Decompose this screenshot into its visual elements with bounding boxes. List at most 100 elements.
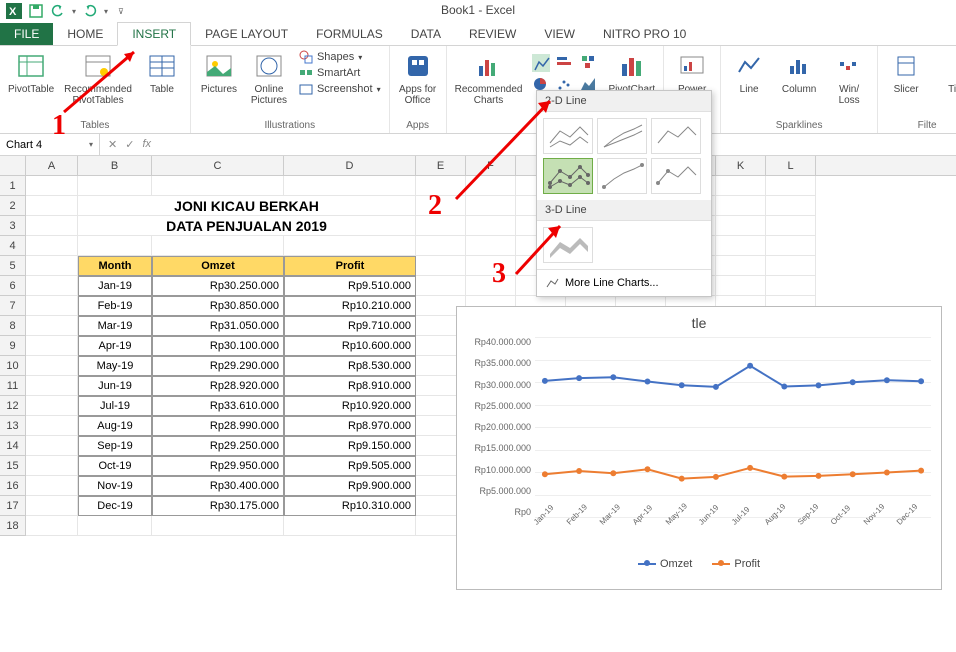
sparkline-winloss-button[interactable]: Win/ Loss <box>829 50 869 106</box>
cell[interactable] <box>716 196 766 216</box>
cell[interactable]: Rp9.900.000 <box>284 476 416 496</box>
row-header[interactable]: 8 <box>0 316 26 336</box>
cell[interactable] <box>284 236 416 256</box>
cell[interactable] <box>416 236 466 256</box>
cell[interactable] <box>26 276 78 296</box>
cell[interactable]: Rp9.710.000 <box>284 316 416 336</box>
tab-nitro[interactable]: NITRO PRO 10 <box>589 23 700 45</box>
pivottable-button[interactable]: PivotTable <box>8 50 54 95</box>
cell[interactable] <box>152 176 284 196</box>
cell[interactable] <box>416 276 466 296</box>
cancel-icon[interactable]: ✕ <box>108 138 117 151</box>
hierarchy-chart-icon[interactable] <box>580 54 598 72</box>
cell[interactable]: Aug-19 <box>78 416 152 436</box>
row-header[interactable]: 13 <box>0 416 26 436</box>
bar-chart-icon[interactable] <box>556 54 574 72</box>
cell[interactable]: Rp9.150.000 <box>284 436 416 456</box>
legend-item[interactable]: Profit <box>712 558 760 570</box>
cell[interactable]: Rp9.505.000 <box>284 456 416 476</box>
cell[interactable]: Rp9.510.000 <box>284 276 416 296</box>
cell[interactable] <box>416 256 466 276</box>
cell[interactable] <box>26 236 78 256</box>
embedded-chart[interactable]: tle Rp40.000.000Rp35.000.000Rp30.000.000… <box>456 306 942 590</box>
row-header[interactable]: 7 <box>0 296 26 316</box>
cell[interactable] <box>78 516 152 536</box>
row-header[interactable]: 4 <box>0 236 26 256</box>
cell[interactable]: Omzet <box>152 256 284 276</box>
cell[interactable]: Feb-19 <box>78 296 152 316</box>
cell[interactable]: Rp8.530.000 <box>284 356 416 376</box>
cell[interactable]: Rp29.290.000 <box>152 356 284 376</box>
row-header[interactable]: 2 <box>0 196 26 216</box>
cell[interactable] <box>716 216 766 236</box>
cell[interactable] <box>26 516 78 536</box>
row-header[interactable]: 16 <box>0 476 26 496</box>
fx-icon[interactable]: fx <box>142 138 151 151</box>
row-header[interactable]: 10 <box>0 356 26 376</box>
cell[interactable]: Rp8.970.000 <box>284 416 416 436</box>
cell[interactable] <box>716 176 766 196</box>
row-header[interactable]: 12 <box>0 396 26 416</box>
sparkline-line-button[interactable]: Line <box>729 50 769 95</box>
cell[interactable] <box>26 316 78 336</box>
cell[interactable]: Rp30.400.000 <box>152 476 284 496</box>
line-chart-option-3[interactable] <box>651 118 701 154</box>
cell[interactable] <box>26 376 78 396</box>
cell[interactable] <box>26 296 78 316</box>
cell[interactable] <box>716 256 766 276</box>
cell[interactable]: Sep-19 <box>78 436 152 456</box>
cell[interactable] <box>78 176 152 196</box>
cell[interactable] <box>26 456 78 476</box>
cell[interactable]: Rp30.100.000 <box>152 336 284 356</box>
col-header-A[interactable]: A <box>26 156 78 175</box>
undo-icon[interactable] <box>50 3 66 19</box>
cell[interactable] <box>26 176 78 196</box>
pictures-button[interactable]: Pictures <box>199 50 239 95</box>
row-header[interactable]: 3 <box>0 216 26 236</box>
cell[interactable] <box>766 236 816 256</box>
tab-file[interactable]: FILE <box>0 23 53 45</box>
cell[interactable] <box>26 396 78 416</box>
cell[interactable]: Rp28.920.000 <box>152 376 284 396</box>
cell[interactable]: May-19 <box>78 356 152 376</box>
cell[interactable] <box>716 276 766 296</box>
tab-home[interactable]: HOME <box>53 23 117 45</box>
cell[interactable]: Rp29.250.000 <box>152 436 284 456</box>
cell[interactable] <box>26 416 78 436</box>
legend-item[interactable]: Omzet <box>638 558 692 570</box>
cell[interactable] <box>766 216 816 236</box>
enter-icon[interactable]: ✓ <box>125 138 134 151</box>
cell[interactable]: Rp31.050.000 <box>152 316 284 336</box>
cell[interactable]: Mar-19 <box>78 316 152 336</box>
cell[interactable] <box>466 216 516 236</box>
cell[interactable] <box>78 236 152 256</box>
table-button[interactable]: Table <box>142 50 182 95</box>
cell[interactable]: Rp8.910.000 <box>284 376 416 396</box>
cell[interactable]: Rp28.990.000 <box>152 416 284 436</box>
cell[interactable] <box>26 336 78 356</box>
cell[interactable]: Rp10.310.000 <box>284 496 416 516</box>
row-header[interactable]: 18 <box>0 516 26 536</box>
tab-review[interactable]: REVIEW <box>455 23 530 45</box>
cell[interactable]: Rp30.250.000 <box>152 276 284 296</box>
chart-title[interactable]: tle <box>467 313 931 337</box>
cell[interactable]: Rp10.920.000 <box>284 396 416 416</box>
col-header-D[interactable]: D <box>284 156 416 175</box>
redo-dropdown[interactable]: ▾ <box>104 7 108 16</box>
row-header[interactable]: 5 <box>0 256 26 276</box>
row-header[interactable]: 1 <box>0 176 26 196</box>
tab-view[interactable]: VIEW <box>530 23 589 45</box>
col-header-C[interactable]: C <box>152 156 284 175</box>
row-header[interactable]: 17 <box>0 496 26 516</box>
cell[interactable] <box>766 176 816 196</box>
cell[interactable] <box>766 196 816 216</box>
cell[interactable]: Nov-19 <box>78 476 152 496</box>
col-header-B[interactable]: B <box>78 156 152 175</box>
qat-customize[interactable]: ⊽ <box>118 7 124 16</box>
name-box[interactable]: Chart 4▾ <box>0 134 100 155</box>
cell[interactable]: Jan-19 <box>78 276 152 296</box>
cell[interactable]: JONI KICAU BERKAH <box>78 196 416 216</box>
save-icon[interactable] <box>28 3 44 19</box>
cell[interactable] <box>26 196 78 216</box>
cell[interactable]: Profit <box>284 256 416 276</box>
